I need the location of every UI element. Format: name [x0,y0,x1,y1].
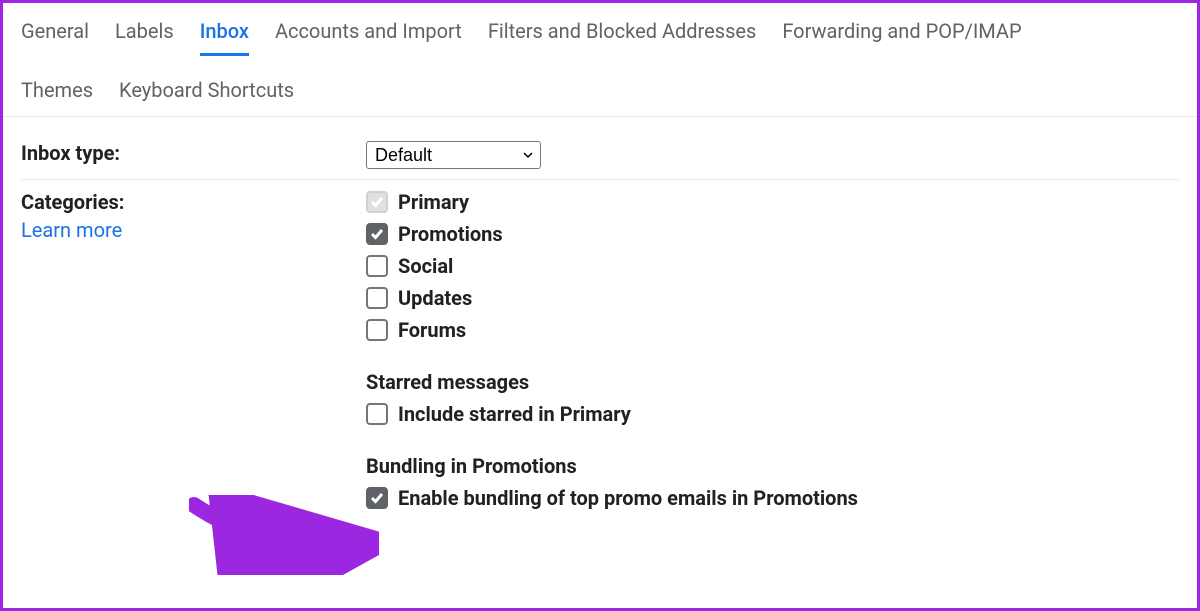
settings-body: Inbox type: Default Categories: Learn mo… [3,117,1197,534]
tab-accounts-import[interactable]: Accounts and Import [275,11,462,53]
category-updates: Updates [366,286,1179,310]
category-forums-label: Forums [398,318,466,342]
categories-label: Categories: [21,190,124,214]
tab-general[interactable]: General [21,11,89,53]
inbox-type-row: Inbox type: Default [21,131,1179,180]
category-promotions-label: Promotions [398,222,503,246]
checkbox-social[interactable] [366,255,388,277]
checkmark-icon [370,195,384,209]
categories-row: Categories: Learn more Primary Promotion… [21,180,1179,520]
tab-inbox[interactable]: Inbox [200,11,249,56]
checkbox-primary [366,191,388,213]
category-promotions: Promotions [366,222,1179,246]
checkbox-promotions[interactable] [366,223,388,245]
checkbox-updates[interactable] [366,287,388,309]
checkmark-icon [370,227,384,241]
tab-themes[interactable]: Themes [21,70,93,112]
checkbox-starred[interactable] [366,403,388,425]
bundling-label: Enable bundling of top promo emails in P… [398,486,858,510]
bundling-heading: Bundling in Promotions [366,454,1179,478]
categories-list: Primary Promotions Social Updates [366,190,1179,342]
checkbox-bundling[interactable] [366,487,388,509]
tab-labels[interactable]: Labels [115,11,174,53]
tab-filters-blocked[interactable]: Filters and Blocked Addresses [488,11,757,53]
inbox-type-select[interactable]: Default [366,141,541,169]
bundling-row: Enable bundling of top promo emails in P… [366,486,1179,510]
starred-label: Include starred in Primary [398,402,631,426]
tab-keyboard-shortcuts[interactable]: Keyboard Shortcuts [119,70,294,112]
inbox-type-label: Inbox type: [21,141,120,165]
category-primary: Primary [366,190,1179,214]
settings-tabs: General Labels Inbox Accounts and Import… [3,3,1197,117]
category-updates-label: Updates [398,286,472,310]
category-forums: Forums [366,318,1179,342]
category-primary-label: Primary [398,190,469,214]
category-social: Social [366,254,1179,278]
category-social-label: Social [398,254,453,278]
checkbox-forums[interactable] [366,319,388,341]
starred-heading: Starred messages [366,370,1179,394]
learn-more-link[interactable]: Learn more [21,218,366,242]
starred-row: Include starred in Primary [366,402,1179,426]
checkmark-icon [370,491,384,505]
tab-forwarding-pop-imap[interactable]: Forwarding and POP/IMAP [782,11,1021,53]
